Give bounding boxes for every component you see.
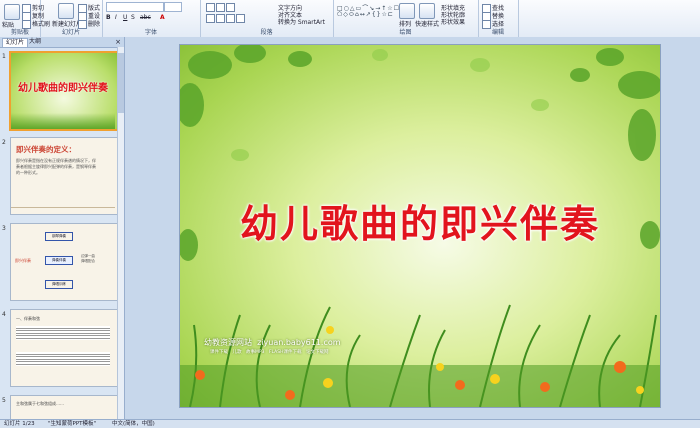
quick-styles-icon[interactable] bbox=[419, 3, 435, 19]
pane-scrollbar[interactable] bbox=[117, 47, 124, 419]
font-size-select[interactable] bbox=[164, 2, 182, 12]
thumb-box: 弹奏伴奏 bbox=[45, 256, 73, 265]
slide-number: 4 bbox=[2, 311, 6, 318]
slides-pane: 幻灯片 大纲 × 1 幼儿歌曲的即兴伴奏 2 即兴伴奏的定义： 即兴伴奏是指在没… bbox=[0, 37, 125, 420]
bold-button[interactable]: B bbox=[106, 14, 111, 21]
slide-thumb-1[interactable]: 幼儿歌曲的即兴伴奏 bbox=[9, 51, 119, 131]
thumb-staff bbox=[16, 352, 110, 366]
align-right-icon bbox=[226, 14, 235, 23]
site-tags: 课件下载 儿歌 故事MP3 FLASH课件下载 论文下载网 bbox=[210, 350, 329, 355]
thumb-heading: 一、伴奏和弦 bbox=[16, 316, 40, 321]
thumb-box: 弹唱训练 bbox=[45, 280, 73, 289]
thumb-title: 幼儿歌曲的即兴伴奏 bbox=[18, 83, 108, 94]
thumb-left-label: 即兴伴奏 bbox=[15, 258, 31, 263]
thumb-text: 主和弦属于七和弦组成…… bbox=[16, 401, 64, 406]
tab-outline[interactable]: 大纲 bbox=[26, 38, 44, 46]
scrollbar-thumb[interactable] bbox=[118, 53, 124, 113]
font-name-select[interactable] bbox=[106, 2, 164, 12]
ribbon: 粘贴 剪切 复制 格式刷 剪贴板 新建幻灯片 版式 重设 删除 幻灯片 B I … bbox=[0, 0, 700, 38]
tab-slides[interactable]: 幻灯片 bbox=[2, 38, 29, 47]
bullets-icon bbox=[206, 3, 215, 12]
editing-group-label: 编辑 bbox=[491, 29, 504, 36]
slide-thumb-3[interactable]: 即兴伴奏 钢琴弹奏 弹奏伴奏 弹唱训练 边弹一曲 弹唱配合 bbox=[10, 223, 118, 301]
font-group-label: 字体 bbox=[144, 29, 157, 36]
slide-number: 2 bbox=[2, 139, 6, 146]
slide-thumb-4[interactable]: 一、伴奏和弦 bbox=[10, 309, 118, 387]
shape-effects-button[interactable]: 形状效果 bbox=[441, 17, 465, 26]
thumb-staff bbox=[16, 326, 110, 340]
align-left-icon bbox=[206, 14, 215, 23]
site-name-text: 幼教资源网站 bbox=[204, 338, 252, 347]
current-slide[interactable]: 幼儿歌曲的即兴伴奏 幼教资源网站 ziyuan.baby611.com 课件下载… bbox=[179, 44, 661, 408]
arrange-icon[interactable] bbox=[399, 3, 415, 19]
drawing-group-label: 绘图 bbox=[399, 29, 412, 36]
thumb-line bbox=[11, 207, 115, 208]
shapes-gallery-row2[interactable]: ⬠◇⬭⌂↔↗{}☆⊏ bbox=[337, 11, 394, 19]
bullets-button[interactable] bbox=[206, 3, 236, 12]
pane-tabs: 幻灯片 大纲 × bbox=[0, 37, 124, 48]
slide-thumb-2[interactable]: 即兴伴奏的定义： 即兴伴奏是指在没有正规伴奏谱的情况下，伴奏者根据主旋律即兴配弹… bbox=[10, 137, 118, 215]
close-pane-icon[interactable]: × bbox=[115, 38, 121, 46]
thumb-box: 钢琴弹奏 bbox=[45, 232, 73, 241]
paragraph-group-label: 段落 bbox=[260, 29, 273, 36]
shadow-button[interactable]: S bbox=[131, 14, 135, 21]
paste-icon[interactable] bbox=[4, 4, 20, 20]
slides-group: 新建幻灯片 版式 重设 删除 幻灯片 bbox=[40, 0, 103, 37]
strikethrough-button[interactable]: abc bbox=[140, 14, 151, 21]
justify-icon bbox=[236, 14, 245, 23]
thumb-grass bbox=[11, 113, 115, 129]
slide-number: 3 bbox=[2, 225, 6, 232]
numbering-icon bbox=[216, 3, 225, 12]
slide-thumb-5[interactable]: 主和弦属于七和弦组成…… bbox=[10, 395, 118, 420]
new-slide-icon[interactable] bbox=[58, 3, 74, 19]
align-center-icon bbox=[216, 14, 225, 23]
slides-group-label: 幻灯片 bbox=[61, 29, 80, 36]
slide-number: 1 bbox=[2, 53, 6, 60]
font-group: B I U S abc A 字体 bbox=[102, 0, 201, 37]
indent-icon bbox=[226, 3, 235, 12]
underline-button[interactable]: U bbox=[123, 14, 127, 21]
slide-title[interactable]: 幼儿歌曲的即兴伴奏 bbox=[180, 193, 660, 248]
font-color-button[interactable]: A bbox=[160, 14, 165, 21]
align-buttons[interactable] bbox=[206, 14, 246, 23]
editing-group: 查找 替换 选择 编辑 bbox=[478, 0, 519, 37]
thumb-text: 即兴伴奏是指在没有正规伴奏谱的情况下，伴奏者根据主旋律即兴配弹的伴奏，是钢琴伴奏… bbox=[16, 158, 96, 175]
thumb-heading: 即兴伴奏的定义： bbox=[16, 145, 76, 154]
italic-button[interactable]: I bbox=[115, 14, 117, 21]
smartart-button[interactable]: 转换为 SmartArt bbox=[278, 17, 325, 26]
site-url: ziyuan.baby611.com bbox=[257, 338, 341, 347]
slide-editor: 幼儿歌曲的即兴伴奏 幼教资源网站 ziyuan.baby611.com 课件下载… bbox=[125, 37, 700, 419]
slide-number: 5 bbox=[2, 397, 6, 404]
clipboard-group-label: 剪贴板 bbox=[10, 29, 29, 36]
paragraph-group: 文字方向 对齐文本 转换为 SmartArt 段落 bbox=[200, 0, 334, 37]
thumb-right-label: 边弹一曲 弹唱配合 bbox=[81, 254, 95, 263]
drawing-group: □○△▭⌒↘→↑☆☐ ⬠◇⬭⌂↔↗{}☆⊏ 排列 快速样式 形状填充 形状轮廓 … bbox=[333, 0, 479, 37]
site-name[interactable]: 幼教资源网站 ziyuan.baby611.com bbox=[204, 337, 341, 348]
clipboard-group: 粘贴 剪切 复制 格式刷 剪贴板 bbox=[0, 0, 50, 37]
